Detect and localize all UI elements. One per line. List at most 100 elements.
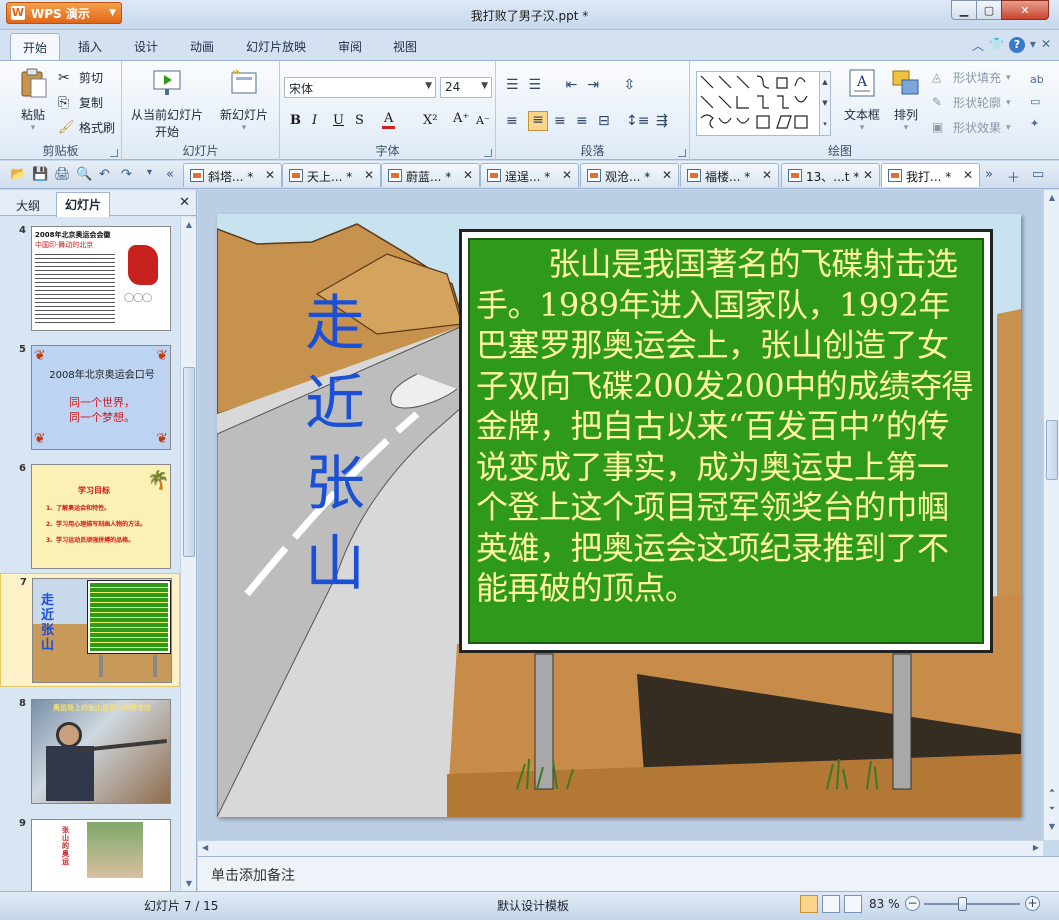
align-right-icon[interactable]: ≡	[554, 113, 566, 129]
shapes-gallery[interactable]	[696, 71, 823, 136]
editor-horizontal-scrollbar[interactable]: ◀ ▶	[198, 840, 1043, 856]
doc-tab[interactable]: 蔚蓝... * ✕	[381, 163, 480, 187]
doc-tab[interactable]: 福楼... * ✕	[680, 163, 779, 187]
font-color-button[interactable]: A	[382, 111, 396, 129]
cut-button[interactable]: ✂ 剪切	[58, 69, 103, 86]
tab-scroll-right-icon[interactable]: »	[985, 167, 993, 182]
scroll-thumb[interactable]	[183, 367, 195, 557]
minimize-button[interactable]: ▁	[951, 0, 977, 20]
copy-button[interactable]: ⎘ 复制	[58, 94, 103, 111]
paste-button[interactable]: 粘贴 ▾	[10, 67, 56, 133]
tab-home[interactable]: 开始	[10, 33, 61, 60]
print-preview-icon[interactable]: 🔍	[76, 167, 92, 182]
tab-review[interactable]: 审阅	[338, 38, 362, 55]
slide-thumbnail[interactable]: 张山的奥运	[31, 819, 171, 891]
maximize-button[interactable]: ▢	[976, 0, 1002, 20]
editor-vertical-scrollbar[interactable]: ▲ ⏶ ⏷ ▼	[1043, 190, 1059, 840]
from-current-slide-button[interactable]: 从当前幻灯片 开始	[128, 67, 206, 140]
undo-icon[interactable]: ↶	[99, 167, 110, 182]
format-painter-button[interactable]: 🖌 格式刷	[58, 119, 115, 136]
open-icon[interactable]: 📂	[10, 167, 26, 182]
bold-button[interactable]: B	[290, 113, 301, 128]
close-tab-icon[interactable]: ✕	[662, 168, 672, 182]
shadow-button[interactable]: S	[355, 113, 364, 128]
shapes-gallery-scroll[interactable]: ▲ ▼ ▾	[819, 71, 831, 136]
close-tab-icon[interactable]: ✕	[265, 168, 275, 182]
font-name-select[interactable]: 宋体 ▼	[284, 77, 436, 98]
close-tab-icon[interactable]: ✕	[463, 168, 473, 182]
new-tab-icon[interactable]: ＋	[1007, 167, 1020, 186]
tab-scroll-left-icon[interactable]: «	[166, 167, 174, 182]
next-slide-icon[interactable]: ⏷	[1044, 804, 1059, 814]
scroll-thumb[interactable]	[1046, 420, 1058, 480]
shape-fill-button[interactable]: ◬ 形状填充 ▾	[932, 69, 1011, 86]
slide-thumb-row[interactable]: 9 张山的奥运	[0, 815, 180, 891]
tab-view[interactable]: 视图	[393, 38, 417, 55]
signboard[interactable]: 张山是我国著名的飞碟射击选手。1989年进入国家队，1992年巴塞罗那奥运会上，…	[459, 229, 993, 653]
new-slide-button[interactable]: 新幻灯片 ▾	[214, 67, 274, 133]
font-size-select[interactable]: 24 ▼	[440, 77, 492, 98]
doc-tab[interactable]: 13、...t * ✕	[781, 163, 880, 187]
list-buttons[interactable]: ☰☰ ⇤⇥ ⇳	[506, 77, 645, 93]
shrink-font-button[interactable]: A⁻	[476, 114, 490, 127]
scroll-down-icon[interactable]: ▼	[1044, 822, 1059, 831]
textbox-button[interactable]: A 文本框 ▾	[840, 67, 884, 133]
tab-slideshow[interactable]: 幻灯片放映	[246, 38, 306, 55]
doc-tab[interactable]: 观沧... * ✕	[580, 163, 679, 187]
close-ribbon-icon[interactable]: ✕	[1041, 37, 1051, 54]
slide-thumbnail[interactable]: 奥运场上的张山是那么神情专注	[31, 699, 171, 804]
redo-icon[interactable]: ↷	[121, 167, 132, 182]
tab-animation[interactable]: 动画	[190, 38, 214, 55]
scroll-right-icon[interactable]: ▶	[1033, 843, 1039, 852]
slide-title-vertical[interactable]: 走 近 张 山	[295, 284, 375, 604]
slide-thumbnail[interactable]: 2008年北京奥运会口号 同一个世界， 同一个梦想。 ❦ ❦ ❦ ❦	[31, 345, 171, 450]
slide-body-text[interactable]: 张山是我国著名的飞碟射击选手。1989年进入国家队，1992年巴塞罗那奥运会上，…	[476, 244, 976, 609]
shape-outline-button[interactable]: ✎ 形状轮廓 ▾	[932, 94, 1011, 111]
zoom-out-icon[interactable]: −	[905, 896, 920, 911]
slide-thumb-row[interactable]: 8 奥运场上的张山是那么神情专注	[0, 695, 180, 807]
close-tab-icon[interactable]: ✕	[364, 168, 374, 182]
close-panel-icon[interactable]: ✕	[179, 195, 190, 210]
slide-thumbnail[interactable]: 2008年北京奥运会会徽 中国印·舞动的北京 ◯◯◯	[31, 226, 171, 331]
dialog-launcher-icon[interactable]	[484, 149, 492, 157]
slide-thumbnail[interactable]: 走近张山	[32, 578, 172, 683]
quick-style-buttons[interactable]: ab ▭ ✦	[1030, 69, 1050, 135]
close-tab-icon[interactable]: ✕	[963, 168, 973, 182]
italic-button[interactable]: I	[312, 113, 317, 128]
slide-thumb-row[interactable]: 5 2008年北京奥运会口号 同一个世界， 同一个梦想。 ❦ ❦ ❦ ❦	[0, 341, 180, 453]
collapse-ribbon-icon[interactable]: ︿	[972, 37, 984, 54]
slideshow-icon[interactable]	[844, 895, 862, 913]
zoom-slider-thumb[interactable]	[958, 897, 967, 911]
help-dropdown-icon[interactable]: ▾	[1030, 37, 1036, 54]
line-spacing-icon[interactable]: ↕≡	[626, 113, 649, 129]
justify-icon[interactable]: ≡	[576, 113, 588, 129]
doc-tab[interactable]: 天上... * ✕	[282, 163, 381, 187]
slide-thumb-row[interactable]: 4 2008年北京奥运会会徽 中国印·舞动的北京 ◯◯◯	[0, 222, 180, 334]
distribute-icon[interactable]: ⊟	[598, 113, 610, 129]
tab-design[interactable]: 设计	[134, 38, 158, 55]
help-icon[interactable]: ?	[1008, 37, 1025, 53]
dialog-launcher-icon[interactable]	[110, 149, 118, 157]
underline-button[interactable]: U	[333, 113, 344, 128]
grow-font-button[interactable]: A⁺	[453, 111, 469, 126]
notes-pane[interactable]: 单击添加备注	[198, 856, 1059, 891]
doc-tab-active[interactable]: 我打... * ✕	[881, 163, 980, 187]
scroll-up-icon[interactable]: ▲	[181, 220, 197, 229]
previous-slide-icon[interactable]: ⏶	[1044, 786, 1059, 796]
tab-outline[interactable]: 大纲	[8, 194, 48, 217]
slide-thumbnail[interactable]: 学习目标 1、了解奥运会和特性。 2、学习用心理描写刻画人物的方法。 3、学习运…	[31, 464, 171, 569]
slide-thumb-row-selected[interactable]: 7 走近张山	[0, 573, 180, 687]
tab-insert[interactable]: 插入	[78, 38, 102, 55]
align-center-icon[interactable]: ≡	[528, 111, 548, 131]
current-slide[interactable]: 走 近 张 山 张山是我国著名的飞碟射击选手。1989年进入国家队，1992年巴…	[217, 214, 1021, 817]
close-tab-icon[interactable]: ✕	[562, 168, 572, 182]
zoom-slider-track[interactable]	[924, 903, 1020, 905]
dialog-launcher-icon[interactable]	[678, 149, 686, 157]
scroll-down-icon[interactable]: ▼	[181, 879, 197, 888]
arrange-button[interactable]: 排列 ▾	[888, 67, 924, 133]
slide-thumb-row[interactable]: 6 学习目标 1、了解奥运会和特性。 2、学习用心理描写刻画人物的方法。 3、学…	[0, 460, 180, 572]
scroll-up-icon[interactable]: ▲	[1044, 193, 1059, 202]
scroll-left-icon[interactable]: ◀	[202, 843, 208, 852]
save-icon[interactable]: 💾	[32, 167, 48, 182]
close-tab-icon[interactable]: ✕	[762, 168, 772, 182]
